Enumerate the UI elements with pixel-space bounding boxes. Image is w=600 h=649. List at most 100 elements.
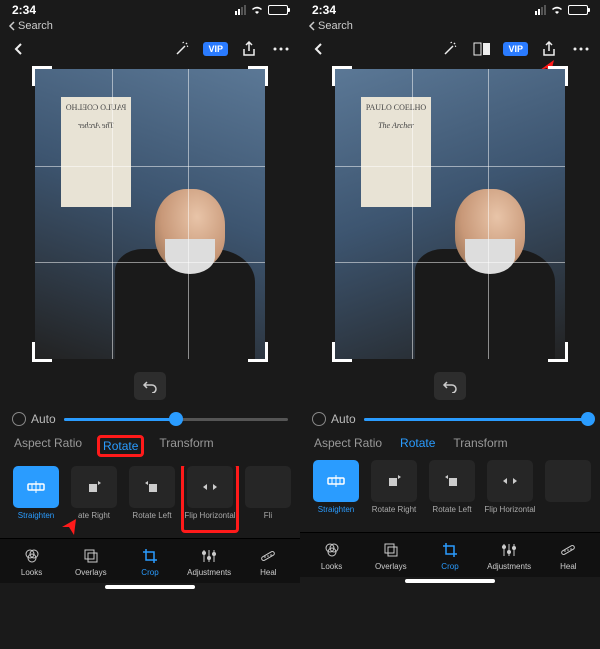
undo-button[interactable] — [434, 372, 466, 400]
nav-heal[interactable]: Heal — [541, 541, 595, 571]
tab-aspect-ratio[interactable]: Aspect Ratio — [314, 436, 382, 450]
battery-icon — [568, 5, 588, 15]
back-label: Search — [18, 20, 53, 32]
straighten-slider[interactable] — [364, 418, 588, 421]
tab-transform[interactable]: Transform — [159, 436, 213, 456]
nav-overlays[interactable]: Overlays — [364, 541, 418, 571]
back-to-search[interactable]: Search — [0, 20, 300, 34]
tab-transform[interactable]: Transform — [453, 436, 507, 450]
crop-handle-tr[interactable] — [248, 66, 268, 86]
slider-row: Auto — [0, 406, 300, 436]
auto-toggle[interactable]: Auto — [312, 412, 356, 426]
undo-icon — [142, 379, 158, 393]
magic-wand-icon[interactable] — [439, 38, 461, 60]
home-indicator[interactable] — [105, 585, 195, 589]
rotate-right-icon — [385, 472, 403, 490]
tab-rotate[interactable]: Rotate — [400, 436, 435, 450]
action-straighten[interactable]: Straighten — [10, 466, 62, 530]
looks-icon — [323, 541, 341, 559]
crop-icon — [141, 547, 159, 565]
battery-icon — [268, 5, 288, 15]
crop-tabs: Aspect Ratio Rotate Transform — [0, 436, 300, 466]
flip-horizontal-icon — [200, 478, 220, 496]
vip-badge[interactable]: VIP — [203, 42, 228, 56]
compare-icon[interactable] — [471, 38, 493, 60]
rotate-actions: Straighten ate Right Rotate Left Flip Ho… — [0, 466, 300, 538]
back-button[interactable] — [8, 38, 30, 60]
nav-looks[interactable]: Looks — [305, 541, 359, 571]
bottom-nav: Looks Overlays Crop Adjustments Heal — [300, 532, 600, 577]
signal-icon — [535, 5, 546, 15]
top-toolbar: VIP — [300, 34, 600, 64]
book-author: PAULO COELHO — [363, 103, 429, 113]
share-icon[interactable] — [238, 38, 260, 60]
home-indicator[interactable] — [405, 579, 495, 583]
nav-crop[interactable]: Crop — [123, 547, 177, 577]
action-straighten[interactable]: Straighten — [310, 460, 362, 524]
share-icon[interactable] — [538, 38, 560, 60]
auto-label: Auto — [331, 412, 356, 426]
adjustments-icon — [500, 541, 518, 559]
crop-frame[interactable]: PAULO COELHO The Archer — [35, 69, 265, 359]
straighten-icon — [25, 478, 47, 496]
flip-horizontal-icon — [500, 472, 520, 490]
action-rotate-right[interactable]: Rotate Right — [368, 460, 420, 524]
crop-handle-tl[interactable] — [32, 66, 52, 86]
chevron-left-icon — [308, 21, 316, 31]
adjustments-icon — [200, 547, 218, 565]
action-flip-vertical-cut[interactable] — [542, 460, 594, 524]
crop-frame[interactable]: PAULO COELHO The Archer — [335, 69, 565, 359]
canvas-area: PAULO COELHO The Archer — [300, 64, 600, 364]
overlays-icon — [82, 547, 100, 565]
back-button[interactable] — [308, 38, 330, 60]
crop-handle-tr[interactable] — [548, 66, 568, 86]
more-icon[interactable] — [570, 38, 592, 60]
action-rotate-left[interactable]: Rotate Left — [126, 466, 178, 530]
left-screenshot: 2:34 Search VIP PAULO COELHO The Archer — [0, 0, 300, 649]
undo-button[interactable] — [134, 372, 166, 400]
action-flip-vertical-cut[interactable]: Fli — [242, 466, 294, 530]
rotate-left-icon — [143, 478, 161, 496]
signal-icon — [235, 5, 246, 15]
crop-handle-bl[interactable] — [332, 342, 352, 362]
more-icon[interactable] — [270, 38, 292, 60]
nav-crop[interactable]: Crop — [423, 541, 477, 571]
wifi-icon — [250, 5, 264, 15]
radio-icon — [312, 412, 326, 426]
action-flip-horizontal[interactable]: Flip Horizontal — [184, 466, 236, 530]
status-bar: 2:34 — [0, 0, 300, 20]
nav-heal[interactable]: Heal — [241, 547, 295, 577]
auto-toggle[interactable]: Auto — [12, 412, 56, 426]
tab-aspect-ratio[interactable]: Aspect Ratio — [14, 436, 82, 456]
book-title: The Archer — [63, 121, 129, 131]
nav-overlays[interactable]: Overlays — [64, 547, 118, 577]
crop-handle-bl[interactable] — [32, 342, 52, 362]
canvas-area: PAULO COELHO The Archer — [0, 64, 300, 364]
nav-adjustments[interactable]: Adjustments — [482, 541, 536, 571]
straighten-slider[interactable] — [64, 418, 288, 421]
action-flip-horizontal[interactable]: Flip Horizontal — [484, 460, 536, 524]
looks-icon — [23, 547, 41, 565]
crop-handle-br[interactable] — [248, 342, 268, 362]
wifi-icon — [550, 5, 564, 15]
crop-handle-tl[interactable] — [332, 66, 352, 86]
status-time: 2:34 — [312, 3, 336, 17]
back-to-search[interactable]: Search — [300, 20, 600, 34]
photo: PAULO COELHO The Archer — [335, 69, 565, 359]
heal-icon — [559, 541, 577, 559]
rotate-actions: Straighten Rotate Right Rotate Left Flip… — [300, 460, 600, 532]
person — [115, 169, 255, 359]
crop-handle-br[interactable] — [548, 342, 568, 362]
back-label: Search — [318, 20, 353, 32]
nav-looks[interactable]: Looks — [5, 547, 59, 577]
nav-adjustments[interactable]: Adjustments — [182, 547, 236, 577]
magic-wand-icon[interactable] — [171, 38, 193, 60]
crop-icon — [441, 541, 459, 559]
rotate-left-icon — [443, 472, 461, 490]
action-rotate-left[interactable]: Rotate Left — [426, 460, 478, 524]
vip-badge[interactable]: VIP — [503, 42, 528, 56]
action-rotate-right[interactable]: ate Right — [68, 466, 120, 530]
chevron-left-icon — [8, 21, 16, 31]
person — [415, 169, 555, 359]
tab-rotate[interactable]: Rotate — [97, 435, 144, 457]
